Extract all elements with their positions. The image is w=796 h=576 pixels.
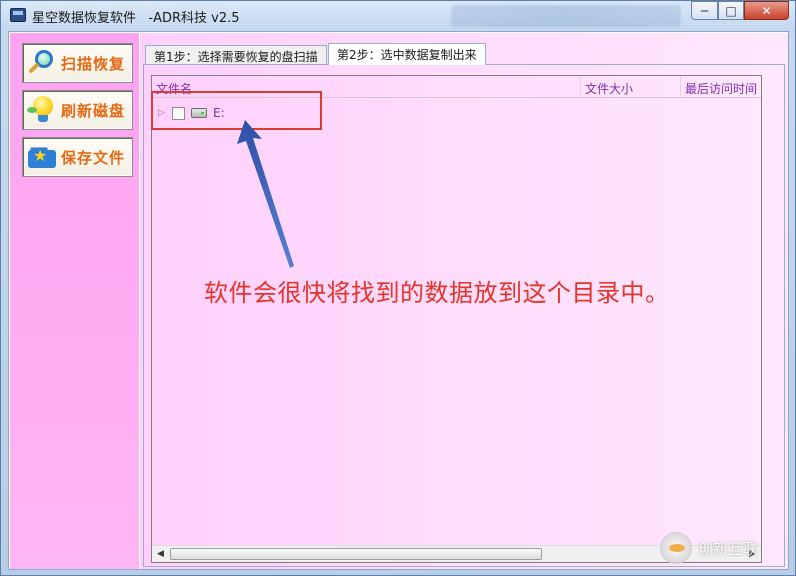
annotation-text: 软件会很快将找到的数据放到这个目录中。 [204,279,670,307]
scroll-left-icon[interactable]: ◀ [152,546,169,562]
sidebar: 扫描恢复 刷新磁盘 ★ 保存文件 [10,33,139,569]
minimize-button[interactable]: ─ [691,1,718,20]
title-bar[interactable]: 星空数据恢复软件 -ADR科技 v2.5 ─ □ ✕ [1,1,795,31]
refresh-disk-button[interactable]: 刷新磁盘 [22,90,133,130]
close-icon: ✕ [761,3,772,18]
maximize-button[interactable]: □ [718,1,744,20]
scrollbar-thumb[interactable] [170,548,542,560]
watermark: 创新互联 [660,532,758,564]
save-file-label: 保存文件 [61,148,126,167]
scan-recover-label: 扫描恢复 [61,54,126,73]
scan-recover-button[interactable]: 扫描恢复 [22,43,133,83]
refresh-disk-label: 刷新磁盘 [61,101,126,120]
folder-star-icon: ★ [27,142,57,172]
window-title: 星空数据恢复软件 -ADR科技 v2.5 [32,11,240,26]
column-header-last-access[interactable]: 最后访问时间 [685,80,757,97]
annotation-highlight-box [151,91,322,130]
close-button[interactable]: ✕ [744,1,789,20]
column-header-filesize[interactable]: 文件大小 [585,80,633,97]
lightbulb-icon [27,95,57,125]
column-divider[interactable] [580,76,581,98]
watermark-logo-icon [660,532,692,564]
file-list[interactable]: 文件名 文件大小 最后访问时间 ▷ E: ◀ ▶ [151,75,762,563]
titlebar-background-blur [451,5,681,27]
save-file-button[interactable]: ★ 保存文件 [22,137,133,177]
minimize-icon: ─ [700,3,709,18]
magnifier-icon [27,48,57,78]
column-divider[interactable] [680,76,681,98]
maximize-icon: □ [725,3,737,18]
watermark-text: 创新互联 [698,539,759,558]
app-icon [10,8,26,22]
tab-step2[interactable]: 第2步：选中数据复制出来 [328,43,486,65]
tab-step1[interactable]: 第1步：选择需要恢复的盘扫描 [145,45,327,65]
